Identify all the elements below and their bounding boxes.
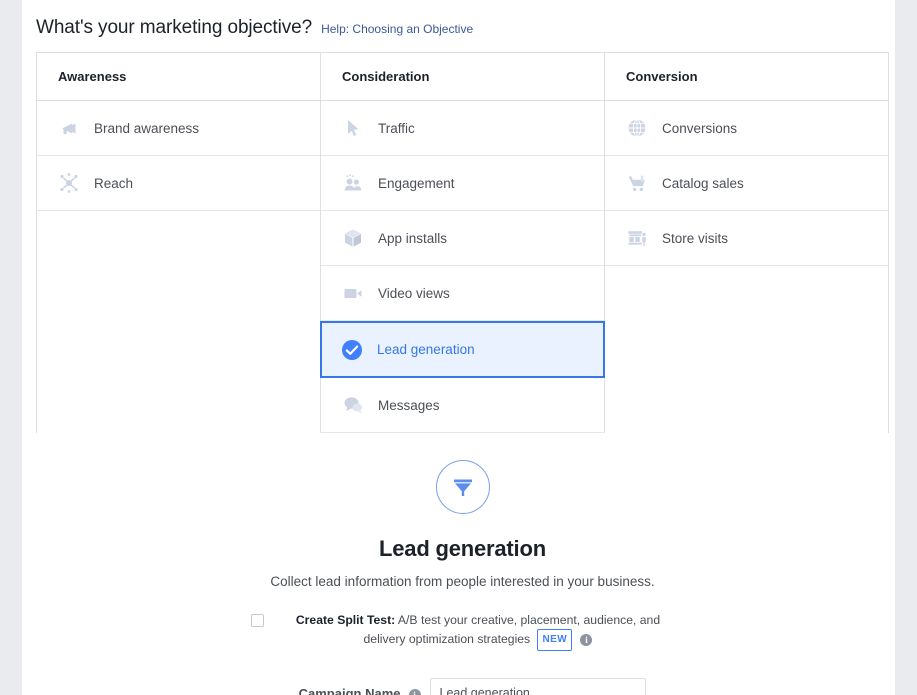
objective-catalog-sales[interactable]: Catalog sales: [605, 156, 888, 211]
objective-label: Brand awareness: [94, 120, 200, 136]
storefront-icon: [626, 227, 648, 249]
campaign-name-label: Campaign Name i: [280, 686, 430, 695]
detail-title: Lead generation: [379, 536, 546, 561]
split-test-label-bold: Create Split Test:: [295, 613, 396, 627]
objective-label: App installs: [378, 230, 448, 246]
campaign-name-row: Campaign Name i: [36, 678, 889, 695]
objective-label: Catalog sales: [662, 175, 744, 191]
objective-label: Conversions: [662, 120, 738, 136]
megaphone-icon: [58, 117, 80, 139]
funnel-icon: [435, 460, 490, 514]
column-consideration: Consideration Traffic Engagement App ins…: [320, 53, 605, 433]
globe-icon: [626, 117, 648, 139]
new-badge: NEW: [536, 629, 573, 651]
shopping-cart-icon: [626, 172, 648, 194]
ads-manager-objective-page: What's your marketing objective? Help: C…: [0, 0, 917, 695]
help-link[interactable]: Help: Choosing an Objective: [321, 22, 473, 36]
objective-label: Messages: [378, 397, 440, 413]
chat-bubbles-icon: [342, 394, 364, 416]
box-icon: [342, 227, 364, 249]
campaign-name-input[interactable]: [429, 678, 646, 695]
page-title: What's your marketing objective?: [36, 17, 313, 38]
objective-traffic[interactable]: Traffic: [321, 101, 604, 156]
objective-detail: Lead generation Collect lead information…: [36, 452, 889, 695]
column-header-awareness: Awareness: [37, 53, 320, 101]
split-test-checkbox[interactable]: [251, 614, 264, 627]
objective-label: Store visits: [662, 230, 729, 246]
content-panel: What's your marketing objective? Help: C…: [22, 0, 895, 695]
split-test-label-rest: A/B test your creative, placement, audie…: [363, 613, 661, 646]
objective-label: Traffic: [378, 120, 415, 136]
objective-reach[interactable]: Reach: [37, 156, 320, 211]
objective-messages[interactable]: Messages: [321, 378, 604, 433]
check-circle-icon: [341, 339, 363, 361]
objective-label: Reach: [94, 175, 134, 191]
objective-video-views[interactable]: Video views: [321, 266, 604, 321]
objective-conversions[interactable]: Conversions: [605, 101, 888, 156]
people-icon: [342, 172, 364, 194]
campaign-name-label-text: Campaign Name: [298, 685, 401, 695]
column-header-conversion: Conversion: [605, 53, 888, 101]
objective-lead-generation[interactable]: Lead generation: [320, 321, 605, 378]
column-header-consideration: Consideration: [321, 53, 604, 101]
detail-description: Collect lead information from people int…: [270, 574, 655, 589]
objective-store-visits[interactable]: Store visits: [605, 211, 888, 266]
cursor-icon: [342, 117, 364, 139]
split-test-info-icon[interactable]: i: [580, 634, 593, 646]
objective-label: Video views: [378, 285, 450, 301]
video-camera-icon: [342, 282, 364, 304]
column-conversion: Conversion Conversions Catalog sales Sto…: [605, 53, 889, 433]
objective-app-installs[interactable]: App installs: [321, 211, 604, 266]
objective-label: Lead generation: [377, 342, 475, 357]
reach-hub-icon: [58, 172, 80, 194]
split-test-label: Create Split Test: A/B test your creativ…: [282, 611, 674, 651]
objective-table: Awareness Brand awareness Reach Consider…: [36, 52, 889, 433]
objective-label: Engagement: [378, 175, 455, 191]
column-awareness: Awareness Brand awareness Reach: [37, 53, 321, 433]
split-test-row: Create Split Test: A/B test your creativ…: [36, 611, 889, 651]
objective-brand-awareness[interactable]: Brand awareness: [37, 101, 320, 156]
campaign-name-info-icon[interactable]: i: [408, 688, 421, 695]
objective-engagement[interactable]: Engagement: [321, 156, 604, 211]
page-header: What's your marketing objective? Help: C…: [22, 0, 895, 52]
